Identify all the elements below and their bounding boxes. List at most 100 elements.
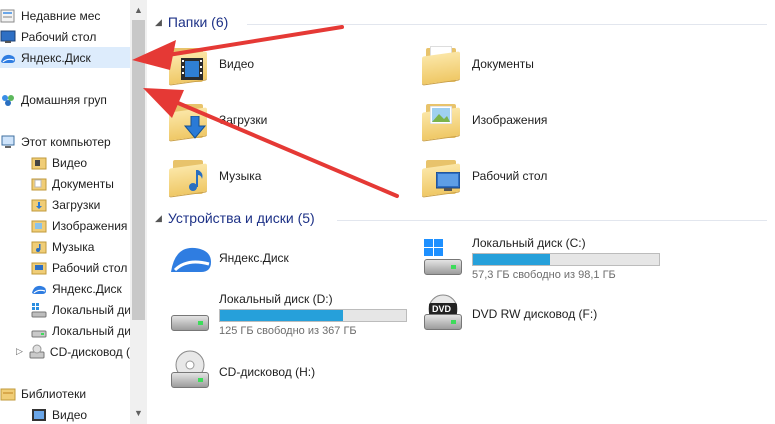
nav-item-yandex-disk-pc[interactable]: Яндекс.Диск (0, 278, 130, 299)
documents-folder-icon (31, 176, 47, 192)
nav-item-label: Видео (52, 155, 88, 170)
yandex-disk-icon (169, 238, 211, 278)
recent-places-icon (0, 8, 16, 24)
nav-item-recent-places[interactable]: Недавние мес (0, 5, 130, 26)
local-disk-d-icon (31, 323, 47, 339)
local-disk-c-icon (422, 238, 462, 279)
nav-item-label: Документы (52, 176, 114, 191)
music-folder-icon (31, 239, 47, 255)
folder-tile-music[interactable]: Музыка (169, 156, 262, 197)
nav-item-label: CD-дисковод ( (49, 344, 130, 359)
cd-drive-icon (169, 350, 209, 392)
local-disk-c-icon (31, 302, 47, 318)
nav-item-desktop[interactable]: Рабочий стол (0, 26, 130, 47)
device-label: DVD RW дисковод (F:) (472, 307, 598, 321)
device-label: Яндекс.Диск (219, 251, 289, 265)
nav-item-music[interactable]: Музыка (0, 236, 130, 257)
scroll-down-arrow-icon[interactable]: ▼ (130, 405, 147, 422)
yandex-disk-icon (31, 281, 47, 297)
device-label: CD-дисковод (H:) (219, 365, 316, 379)
scroll-up-arrow-icon[interactable]: ▲ (130, 2, 147, 19)
disk-usage-bar (472, 253, 660, 266)
disk-free-space: 125 ГБ свободно из 367 ГБ (219, 325, 357, 337)
nav-item-label: Рабочий стол (52, 260, 128, 275)
disk-usage-bar (219, 309, 407, 322)
video-folder-icon (31, 155, 47, 171)
folder-tile-desktop[interactable]: Рабочий стол (422, 156, 548, 197)
device-label: Локальный диск (D:) (219, 292, 333, 306)
nav-item-label: Локальный ди (52, 302, 130, 317)
chevron-right-icon[interactable]: ▷ (16, 346, 29, 357)
homegroup-icon (0, 92, 16, 108)
folder-label: Музыка (219, 169, 262, 183)
nav-item-label: Видео (52, 407, 88, 422)
chevron-down-icon[interactable]: ◢ (155, 17, 162, 28)
nav-item-documents[interactable]: Документы (0, 173, 130, 194)
scrollbar-thumb[interactable] (132, 20, 145, 320)
section-divider (247, 24, 767, 25)
music-folder-icon (169, 156, 209, 197)
nav-item-label: Яндекс.Диск (52, 281, 122, 296)
desktop-folder-icon (31, 260, 47, 276)
nav-item-label: Яндекс.Диск (21, 50, 91, 65)
section-divider (337, 220, 767, 221)
folder-tile-video[interactable]: Видео (169, 44, 255, 85)
nav-item-homegroup[interactable]: Домашняя груп (0, 89, 130, 110)
nav-item-local-disk-c[interactable]: Локальный ди (0, 299, 130, 320)
yandex-disk-icon (0, 50, 16, 66)
device-label: Локальный диск (C:) (472, 236, 586, 250)
folder-label: Документы (472, 57, 534, 71)
device-tile-local-disk-c[interactable]: Локальный диск (C:) 57,3 ГБ свободно из … (422, 236, 660, 281)
downloads-folder-icon (31, 197, 47, 213)
nav-item-this-pc[interactable]: Этот компьютер (0, 131, 130, 152)
folder-label: Видео (219, 57, 255, 71)
folder-label: Рабочий стол (472, 169, 548, 183)
device-tile-yandex-disk[interactable]: Яндекс.Диск (169, 238, 289, 278)
nav-item-label: Загрузки (52, 197, 101, 212)
documents-folder-icon (422, 44, 462, 85)
folders-section-header[interactable]: ◢ Папки (6) (155, 14, 228, 30)
devices-section-title: Устройства и диски (5) (167, 210, 315, 226)
folder-label: Загрузки (219, 113, 268, 127)
nav-item-local-disk-d[interactable]: Локальный ди (0, 320, 130, 341)
nav-item-label: Музыка (52, 239, 95, 254)
pictures-folder-icon (422, 100, 462, 141)
folder-tile-pictures[interactable]: Изображения (422, 100, 548, 141)
video-folder-icon (169, 44, 209, 85)
libraries-icon (0, 386, 16, 402)
video-library-icon (31, 407, 47, 423)
device-tile-local-disk-d[interactable]: Локальный диск (D:) 125 ГБ свободно из 3… (169, 292, 407, 337)
nav-item-label: Недавние мес (21, 8, 101, 23)
pictures-folder-icon (31, 218, 47, 234)
nav-item-label: Домашняя груп (21, 92, 107, 107)
dvd-badge: DVD (432, 304, 452, 314)
desktop-icon (0, 29, 16, 45)
computer-icon (0, 134, 16, 150)
downloads-folder-icon (169, 100, 209, 141)
navigation-pane: Недавние мес Рабочий стол Яндекс.Диск До… (0, 0, 130, 424)
folder-label: Изображения (472, 113, 548, 127)
chevron-down-icon[interactable]: ◢ (155, 213, 162, 224)
nav-item-label: Изображения (52, 218, 128, 233)
folder-tile-documents[interactable]: Документы (422, 44, 534, 85)
nav-item-cd-drive[interactable]: ▷ CD-дисковод ( (0, 341, 130, 362)
nav-item-label: Рабочий стол (21, 29, 97, 44)
devices-section-header[interactable]: ◢ Устройства и диски (5) (155, 210, 315, 226)
nav-item-desktop-folder[interactable]: Рабочий стол (0, 257, 130, 278)
nav-item-video-library[interactable]: Видео (0, 404, 130, 424)
nav-item-libraries[interactable]: Библиотеки (0, 383, 130, 404)
nav-scrollbar[interactable]: ▲ ▼ (130, 0, 147, 424)
content-pane: ◢ Папки (6) Видео Документы Загрузки Изо… (147, 0, 775, 424)
desktop-folder-icon (422, 156, 462, 197)
folder-tile-downloads[interactable]: Загрузки (169, 100, 268, 141)
nav-item-video[interactable]: Видео (0, 152, 130, 173)
nav-item-label: Библиотеки (21, 386, 87, 401)
nav-item-downloads[interactable]: Загрузки (0, 194, 130, 215)
device-tile-cd-drive[interactable]: CD-дисковод (H:) (169, 350, 316, 392)
disk-free-space: 57,3 ГБ свободно из 98,1 ГБ (472, 269, 616, 281)
folders-section-title: Папки (6) (167, 14, 229, 30)
nav-item-yandex-disk[interactable]: Яндекс.Диск (0, 47, 130, 68)
device-tile-dvd-drive[interactable]: DVD DVD RW дисковод (F:) (422, 294, 597, 334)
nav-item-pictures[interactable]: Изображения (0, 215, 130, 236)
local-disk-d-icon (169, 295, 209, 335)
